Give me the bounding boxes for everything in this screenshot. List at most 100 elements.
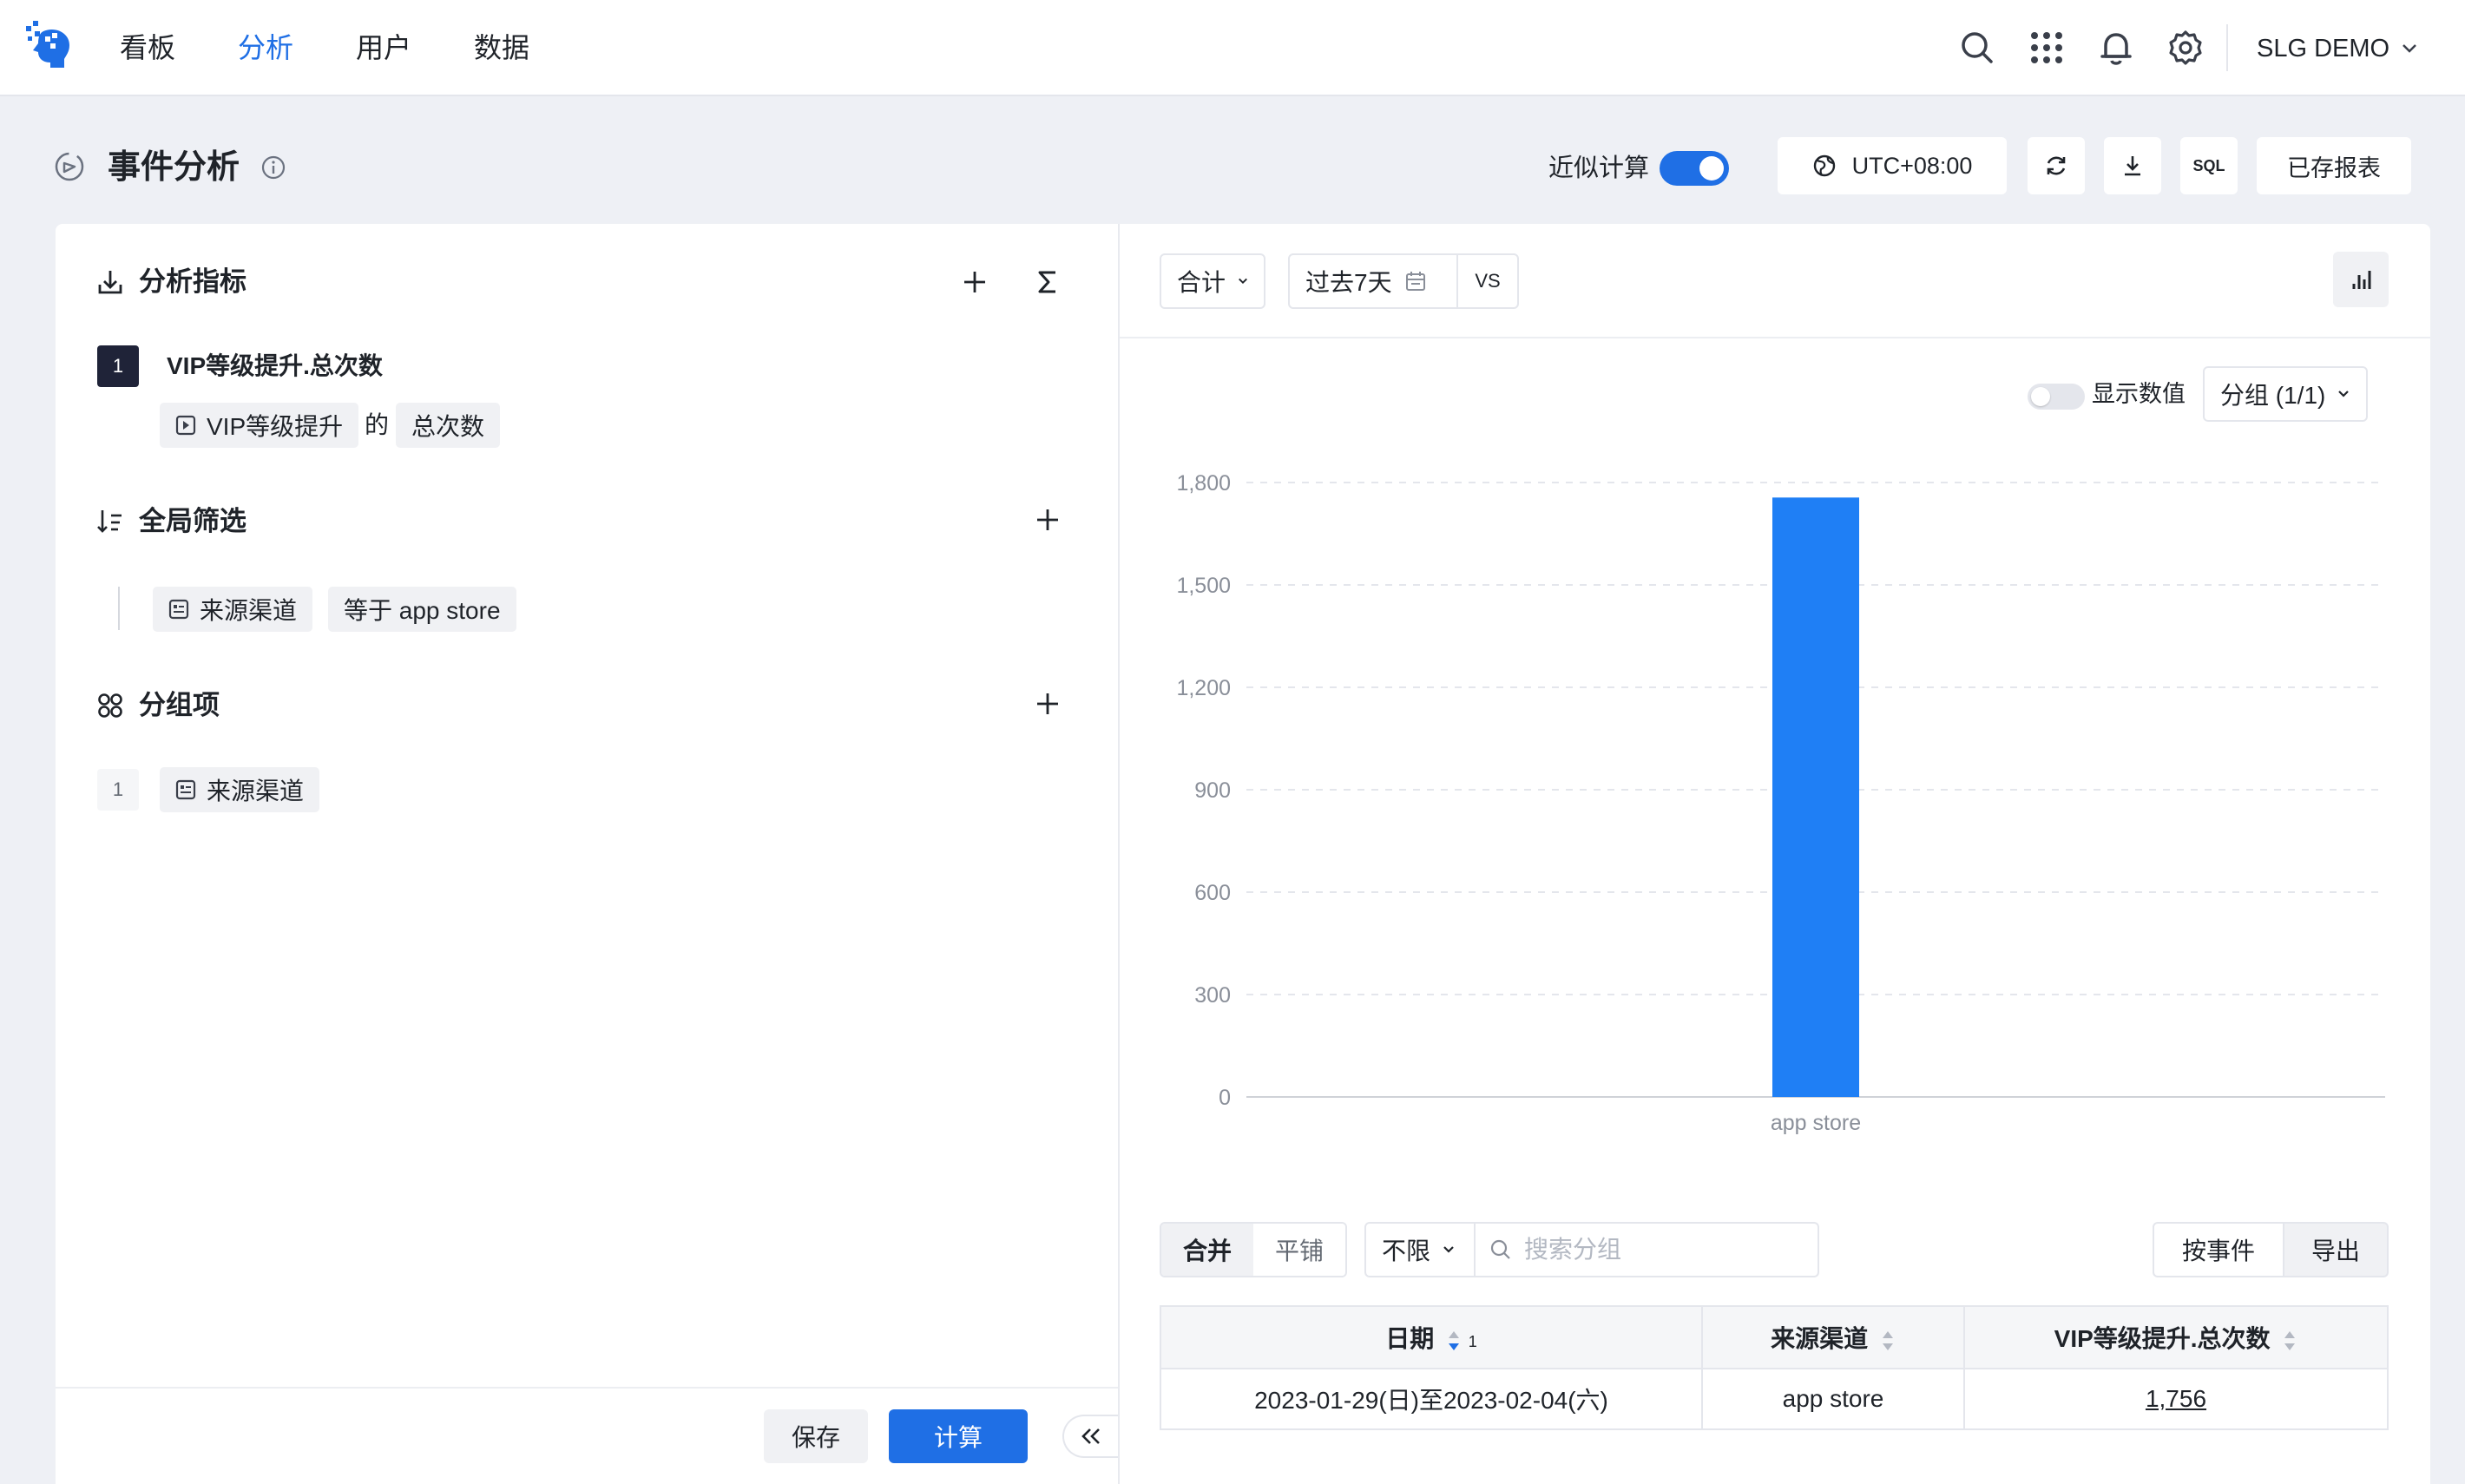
nav-item-users[interactable]: 用户 xyxy=(356,29,411,67)
info-icon[interactable] xyxy=(260,154,286,181)
download-icon xyxy=(2125,156,2140,176)
sort-priority: 1 xyxy=(1468,1333,1477,1350)
group-filter-select[interactable]: 分组 (1/1) xyxy=(2203,366,2368,422)
chevron-down-icon xyxy=(1443,1246,1454,1253)
export-button[interactable]: 导出 xyxy=(2283,1222,2389,1277)
cell-value-link[interactable]: 1,756 xyxy=(2146,1385,2206,1412)
metric-event-chip[interactable]: VIP等级提升 xyxy=(160,403,359,448)
search-icon xyxy=(1490,1239,1510,1259)
filters-section-title: 全局筛选 xyxy=(139,506,246,536)
download-button[interactable] xyxy=(2104,137,2161,194)
group-property-label: 来源渠道 xyxy=(207,778,305,804)
property-icon xyxy=(168,599,189,620)
group-search-input[interactable] xyxy=(1524,1236,1802,1264)
gear-icon[interactable] xyxy=(2166,29,2205,67)
nav-item-dashboard[interactable]: 看板 xyxy=(120,29,175,67)
metric-agg-chip[interactable]: 总次数 xyxy=(396,403,501,448)
metric-of-text: 的 xyxy=(365,411,390,438)
sort-icon xyxy=(2284,1330,2296,1350)
merge-tile-switch: 合并 平铺 xyxy=(1160,1222,1347,1277)
chart-type-button[interactable] xyxy=(2333,252,2389,307)
nav-item-analysis[interactable]: 分析 xyxy=(238,29,293,67)
approx-calc-label: 近似计算 xyxy=(1548,154,1650,182)
logo-icon[interactable] xyxy=(24,21,75,71)
result-table: 日期 1 来源渠道 VIP等级提升.总次数 2023-01-29(日)至2023… xyxy=(1160,1305,2389,1430)
apps-grid-icon[interactable] xyxy=(2028,29,2066,67)
compare-label: VS xyxy=(1475,270,1501,292)
show-values-toggle[interactable] xyxy=(2028,384,2085,410)
y-tick-label: 600 xyxy=(1194,881,1231,905)
y-tick-label: 300 xyxy=(1194,983,1231,1008)
nav-item-data[interactable]: 数据 xyxy=(474,29,529,67)
by-event-button[interactable]: 按事件 xyxy=(2153,1222,2284,1277)
merge-tab[interactable]: 合并 xyxy=(1161,1224,1253,1276)
y-tick-label: 1,200 xyxy=(1176,676,1231,700)
y-tick-label: 1,800 xyxy=(1176,471,1231,496)
bell-icon[interactable] xyxy=(2097,29,2135,67)
filter-connector-line xyxy=(118,587,120,630)
aggregate-select[interactable]: 合计 xyxy=(1160,253,1265,309)
groups-section-title: 分组项 xyxy=(139,690,220,720)
metric-name[interactable]: VIP等级提升.总次数 xyxy=(167,349,383,384)
filter-property-chip[interactable]: 来源渠道 xyxy=(153,587,313,632)
add-group-icon[interactable] xyxy=(1033,689,1062,719)
calculate-button[interactable]: 计算 xyxy=(889,1409,1028,1463)
limit-select[interactable]: 不限 xyxy=(1364,1222,1476,1277)
filter-icon xyxy=(97,510,122,533)
saved-reports-label: 已存报表 xyxy=(2287,154,2381,181)
y-tick-label: 1,500 xyxy=(1176,574,1231,598)
compare-button[interactable]: VS xyxy=(1456,253,1519,309)
cell-value: 1,756 xyxy=(1963,1368,2389,1430)
sql-button[interactable]: SQL xyxy=(2180,137,2238,194)
group-filter-label: 分组 (1/1) xyxy=(2220,382,2326,409)
tile-tab[interactable]: 平铺 xyxy=(1253,1224,1345,1276)
calendar-icon xyxy=(1405,272,1425,291)
chevron-down-icon xyxy=(2403,44,2416,53)
top-nav: 看板 分析 用户 数据 SLG DEMO xyxy=(0,0,2465,96)
aggregate-label: 合计 xyxy=(1177,269,1226,296)
page-title: 事件分析 xyxy=(108,149,240,186)
date-range-picker[interactable]: 过去7天 xyxy=(1288,253,1458,309)
bar-chart-icon xyxy=(2352,271,2371,289)
export-label: 导出 xyxy=(2311,1238,2360,1264)
sort-icon xyxy=(1882,1330,1893,1350)
cell-date: 2023-01-29(日)至2023-02-04(六) xyxy=(1160,1368,1703,1430)
add-metric-icon[interactable] xyxy=(960,267,989,297)
project-name: SLG DEMO xyxy=(2257,35,2390,62)
table-row: 2023-01-29(日)至2023-02-04(六) app store 1,… xyxy=(1160,1368,2389,1430)
metrics-section-title: 分析指标 xyxy=(139,266,246,297)
timezone-button[interactable]: UTC+08:00 xyxy=(1778,137,2007,194)
group-icon xyxy=(98,693,122,718)
chevron-down-icon xyxy=(2338,391,2350,397)
analysis-config-panel: 分析指标 1 VIP等级提升.总次数 VIP等级提升 的 总次数 全局筛选 来源… xyxy=(56,224,1118,1484)
y-tick-label: 900 xyxy=(1194,778,1231,803)
column-header-channel[interactable]: 来源渠道 xyxy=(1701,1305,1965,1369)
controls-divider xyxy=(1120,337,2430,338)
group-index: 1 xyxy=(97,769,139,811)
property-icon xyxy=(175,779,196,800)
column-header-date[interactable]: 日期 1 xyxy=(1160,1305,1703,1369)
cell-channel: app store xyxy=(1701,1368,1965,1430)
refresh-button[interactable] xyxy=(2028,137,2085,194)
collapse-panel-button[interactable] xyxy=(1062,1415,1118,1458)
column-header-date-label: 日期 xyxy=(1385,1325,1435,1352)
filter-property-label: 来源渠道 xyxy=(200,597,298,624)
search-icon[interactable] xyxy=(1958,29,1996,67)
by-event-label: 按事件 xyxy=(2181,1238,2255,1264)
show-values-label: 显示数值 xyxy=(2092,381,2186,407)
sigma-icon[interactable] xyxy=(1033,267,1062,297)
approx-calc-toggle[interactable] xyxy=(1660,151,1729,186)
save-button[interactable]: 保存 xyxy=(764,1409,868,1463)
chevron-down-icon xyxy=(1239,278,1247,285)
metric-index: 1 xyxy=(97,345,139,387)
project-selector[interactable]: SLG DEMO xyxy=(2257,31,2417,66)
timezone-label: UTC+08:00 xyxy=(1851,152,1973,179)
column-header-metric[interactable]: VIP等级提升.总次数 xyxy=(1963,1305,2389,1369)
metric-event-label: VIP等级提升 xyxy=(207,413,344,440)
group-property-chip[interactable]: 来源渠道 xyxy=(160,767,320,812)
filter-condition-chip[interactable]: 等于 app store xyxy=(328,587,516,632)
add-filter-icon[interactable] xyxy=(1033,505,1062,535)
metric-agg-label: 总次数 xyxy=(411,413,485,440)
saved-reports-button[interactable]: 已存报表 xyxy=(2257,137,2411,194)
sort-icon xyxy=(1449,1330,1459,1350)
